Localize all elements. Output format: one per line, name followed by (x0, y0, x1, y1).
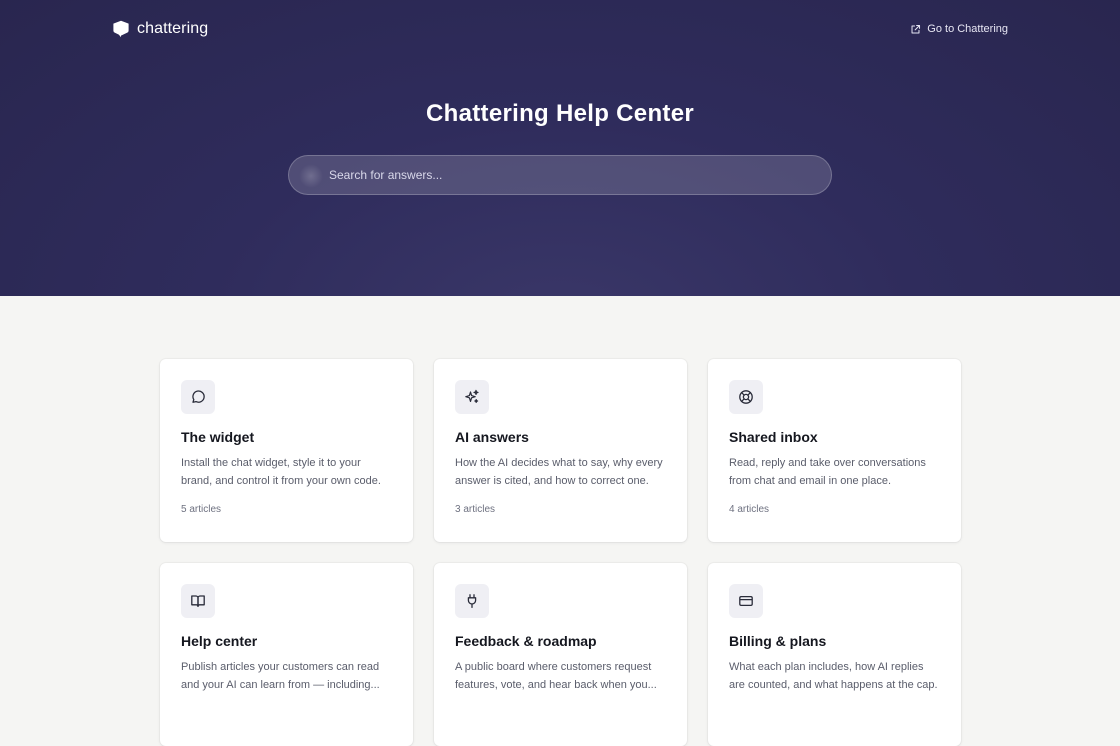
card-title: Feedback & roadmap (455, 633, 597, 649)
card-description: How the AI decides what to say, why ever… (455, 457, 663, 487)
brand-name: chattering (137, 20, 209, 37)
credit-card-icon (739, 595, 753, 607)
life-buoy-icon (739, 390, 753, 404)
card-description: Read, reply and take over conversations … (729, 457, 926, 487)
top-bar: chattering Go to Chattering (112, 18, 1008, 40)
category-grid: The widget Install the chat widget, styl… (160, 359, 961, 746)
category-card-shared-inbox[interactable]: Shared inbox Read, reply and take over c… (708, 359, 961, 542)
go-to-app-link[interactable]: Go to Chattering (910, 23, 1008, 35)
external-link-icon (911, 24, 921, 33)
search-input[interactable] (289, 156, 831, 194)
card-icon-tile (455, 380, 489, 414)
go-to-app-label: Go to Chattering (927, 23, 1008, 35)
card-title: Billing & plans (729, 633, 827, 649)
card-description: Install the chat widget, style it to you… (181, 457, 381, 487)
page-title: Chattering Help Center (426, 100, 694, 127)
chat-bubble-logo-icon (113, 20, 129, 38)
card-title: Help center (181, 633, 258, 649)
hero-banner: chattering Go to Chattering Chattering H… (0, 0, 1120, 296)
card-article-count: 5 articles (181, 504, 222, 515)
book-open-icon (191, 595, 205, 608)
card-icon-tile (729, 380, 763, 414)
card-title: Shared inbox (729, 429, 818, 445)
search-icon (299, 164, 323, 188)
sparkles-icon (465, 389, 479, 403)
category-card-help-center[interactable]: Help center Publish articles your custom… (160, 563, 413, 746)
plug-icon (467, 594, 477, 609)
search-bar[interactable] (288, 155, 832, 195)
category-card-ai-answers[interactable]: AI answers How the AI decides what to sa… (434, 359, 687, 542)
message-bubble-icon (192, 390, 205, 403)
card-description: Publish articles your customers can read… (181, 661, 380, 691)
card-icon-tile (455, 584, 489, 618)
card-icon-tile (181, 584, 215, 618)
brand-home-link[interactable]: chattering (112, 20, 208, 38)
card-article-count: 4 articles (729, 504, 770, 515)
card-article-count: 3 articles (455, 504, 496, 515)
card-title: The widget (181, 429, 255, 445)
category-card-the-widget[interactable]: The widget Install the chat widget, styl… (160, 359, 413, 542)
card-description: A public board where customers request f… (455, 661, 657, 691)
card-description: What each plan includes, how AI replies … (729, 661, 938, 691)
category-card-feedback-roadmap[interactable]: Feedback & roadmap A public board where … (434, 563, 687, 746)
card-icon-tile (729, 584, 763, 618)
category-card-billing-plans[interactable]: Billing & plans What each plan includes,… (708, 563, 961, 746)
card-icon-tile (181, 380, 215, 414)
card-title: AI answers (455, 429, 529, 445)
